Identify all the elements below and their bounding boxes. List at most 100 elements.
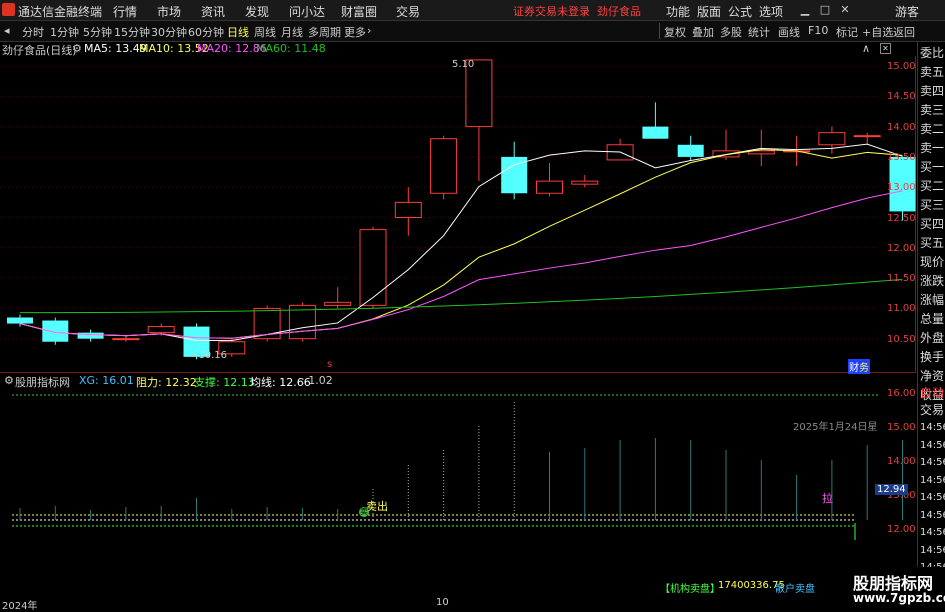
quote-row-2: 卖四 xyxy=(920,84,945,98)
tool-biaoji[interactable]: 标记 xyxy=(836,24,858,40)
price-tick-0: 15.00 xyxy=(887,61,916,72)
ind-tick-1: 15.00 xyxy=(887,422,916,433)
sell-signal: 卖出 xyxy=(366,500,388,513)
menu-jiaoyi[interactable]: 交易 xyxy=(396,3,420,20)
ma60-label: MA60: 11.48 xyxy=(256,42,326,55)
quote-row-0: 委比 xyxy=(920,46,945,60)
period-fenshi[interactable]: 分时 xyxy=(22,24,44,40)
tool-fuquan[interactable]: 复权 xyxy=(664,24,686,40)
tool-f10[interactable]: F10 xyxy=(808,24,828,37)
price-tick-6: 12.00 xyxy=(887,242,916,254)
tool-duogu[interactable]: 多股 xyxy=(720,24,742,40)
collapse-icon[interactable]: ∧ xyxy=(862,42,870,55)
menu-zixun[interactable]: 资讯 xyxy=(201,3,225,20)
period-month[interactable]: 月线 xyxy=(281,24,303,40)
indicator-chart[interactable] xyxy=(0,388,917,598)
period-week[interactable]: 周线 xyxy=(254,24,276,40)
period-toolbar: ◂ 分时 1分钟 5分钟 15分钟 30分钟 60分钟 日线 周线 月线 多周期… xyxy=(0,21,945,42)
ma60-line xyxy=(19,278,903,314)
menu-xuanxiang[interactable]: 选项 xyxy=(759,3,783,20)
period-15min[interactable]: 15分钟 xyxy=(114,24,150,40)
menu-banmian[interactable]: 版面 xyxy=(697,3,721,20)
menu-gongshi[interactable]: 公式 xyxy=(728,3,752,20)
ma5-line xyxy=(19,143,903,342)
login-status[interactable]: 证券交易未登录 劲仔食品 xyxy=(513,3,641,19)
high-price-label: 5.10 xyxy=(452,59,475,70)
la-label: 拉 xyxy=(822,492,833,505)
quote-row-7: 买二 xyxy=(920,179,945,193)
price-tick-5: 12.50 xyxy=(887,212,916,224)
ind-tick-4: 12.00 xyxy=(887,524,916,535)
quote-row-12: 涨跌 xyxy=(920,274,945,288)
ma20-line xyxy=(19,190,903,339)
month-label: 10 xyxy=(436,597,449,608)
indicator-settings-icon[interactable]: ⚙ xyxy=(4,374,14,387)
menu-gongneng[interactable]: 功能 xyxy=(666,3,690,20)
time-row-4: 14:56 xyxy=(920,492,945,503)
period-more[interactable]: 更多 xyxy=(344,24,366,40)
candle-body xyxy=(359,229,387,306)
kline-chart[interactable] xyxy=(0,56,917,376)
period-30min[interactable]: 30分钟 xyxy=(151,24,187,40)
price-tick-3: 13.50 xyxy=(887,151,916,163)
caiwu-badge[interactable]: 财务 xyxy=(848,359,870,374)
tool-huaxian[interactable]: 画线 xyxy=(778,24,800,40)
tool-tongji[interactable]: 统计 xyxy=(748,24,770,40)
period-day[interactable]: 日线 xyxy=(227,24,249,40)
time-axis: 2024年 10 xyxy=(0,597,917,612)
price-tick-1: 14.50 xyxy=(887,91,916,103)
trade-item-1[interactable]: 交易 xyxy=(920,401,944,418)
quote-row-14: 总量 xyxy=(920,312,945,326)
quote-row-11: 现价 xyxy=(920,255,945,269)
candle-body xyxy=(324,301,352,306)
guest-label[interactable]: 游客 xyxy=(895,3,919,20)
candle-body xyxy=(818,132,846,146)
trade-item-0[interactable]: 自动 xyxy=(920,384,944,401)
menu-faxian[interactable]: 发现 xyxy=(245,3,269,20)
quote-row-15: 外盘 xyxy=(920,331,945,345)
quote-row-13: 涨幅 xyxy=(920,293,945,307)
app-title: 通达信金融终端 xyxy=(18,5,103,19)
menu-caifuquan[interactable]: 财富圈 xyxy=(341,3,377,20)
ma5-label: MA5: 13.49 xyxy=(84,42,147,55)
price-tick-9: 10.50 xyxy=(887,333,916,345)
watermark-line2: www.7gpzb.com xyxy=(853,591,945,605)
quote-row-8: 买三 xyxy=(920,198,945,212)
quote-row-1: 卖五 xyxy=(920,65,945,79)
menu-wenxiaoda[interactable]: 问小达 xyxy=(289,3,325,20)
time-row-0: 14:56 xyxy=(920,422,945,433)
minimize-icon[interactable]: ▁ xyxy=(798,3,812,16)
time-row-3: 14:56 xyxy=(920,474,945,486)
quote-panel: 委比 卖五 卖四 卖三 卖二 卖一 买一 买二 买三 买四 买五 现价 涨跌 涨幅 总量 外盘 换手 净资 收益 自动… xyxy=(917,42,945,609)
period-multi[interactable]: 多周期 xyxy=(308,24,341,40)
candle-body xyxy=(112,338,140,341)
quote-row-3: 卖三 xyxy=(920,103,945,117)
candle-body xyxy=(77,332,104,339)
ind-tick-0: 16.00 xyxy=(887,388,916,399)
tool-zixuan[interactable]: +自选 xyxy=(862,24,893,40)
quote-row-5: 卖一 xyxy=(920,141,945,155)
quote-row-10: 买五 xyxy=(920,236,945,250)
tool-fanhui[interactable]: 返回 xyxy=(893,24,915,40)
maximize-icon[interactable]: □ xyxy=(818,3,832,16)
arrow-left-icon[interactable]: ◂ xyxy=(4,24,10,37)
period-60min[interactable]: 60分钟 xyxy=(188,24,224,40)
period-1min[interactable]: 1分钟 xyxy=(50,24,79,40)
xg-value: XG: 16.01 xyxy=(79,374,134,387)
menu-hangqing[interactable]: 行情 xyxy=(113,3,137,20)
menu-shichang[interactable]: 市场 xyxy=(157,3,181,20)
chevron-right-icon[interactable]: › xyxy=(367,24,371,37)
close-panel-icon[interactable]: ✕ xyxy=(880,43,891,54)
quote-row-4: 卖二 xyxy=(920,122,945,136)
tool-diejia[interactable]: 叠加 xyxy=(692,24,714,40)
time-row-1: 14:56 xyxy=(920,439,945,451)
year-label: 2024年 xyxy=(2,601,38,612)
settings-icon[interactable]: ⚙ xyxy=(72,42,82,55)
candle-body xyxy=(677,144,704,157)
period-5min[interactable]: 5分钟 xyxy=(83,24,112,40)
candle-body xyxy=(394,201,422,219)
candle-body xyxy=(42,320,69,342)
price-tick-2: 14.00 xyxy=(887,121,916,133)
close-icon[interactable]: ✕ xyxy=(838,3,852,16)
quote-row-9: 买四 xyxy=(920,217,945,231)
